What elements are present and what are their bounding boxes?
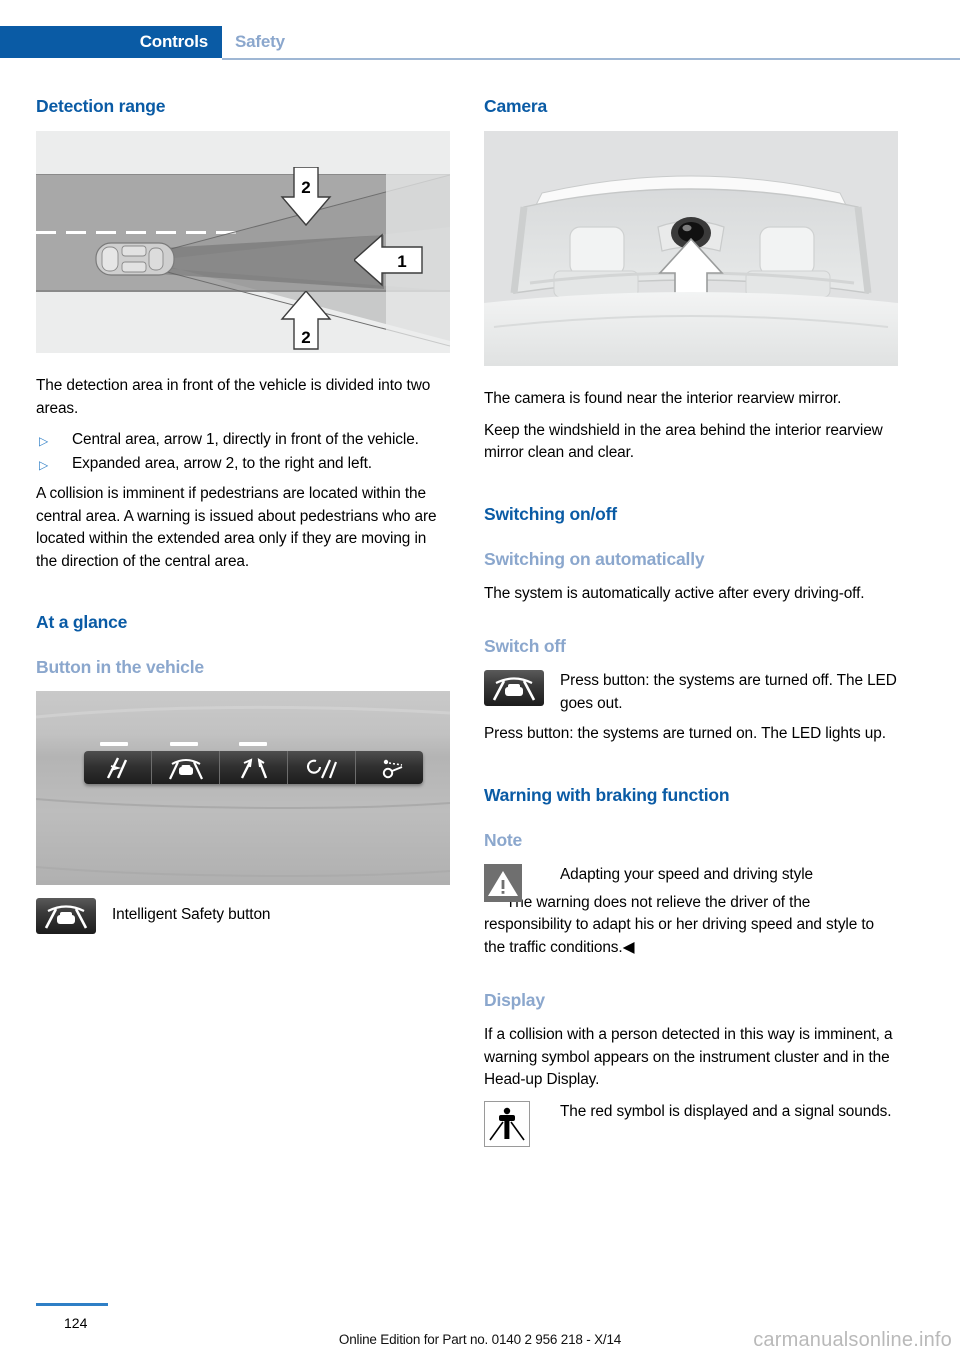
- note-title-text: Adapting your speed and driving style: [560, 865, 813, 883]
- heading-at-a-glance: At a glance: [36, 612, 128, 632]
- callout-arrow-2-bottom: 2: [280, 291, 332, 350]
- switch-auto-body-text: The system is automatically active after…: [484, 584, 865, 602]
- intelligent-safety-icon: [168, 758, 203, 779]
- list-item-label: Expanded area, arrow 2, to the right and…: [72, 454, 372, 472]
- button-panel-figure: [36, 691, 450, 885]
- header-divider: [222, 58, 960, 60]
- tab-safety[interactable]: Safety: [235, 26, 285, 58]
- parking-assist-icon: [382, 759, 402, 778]
- warning-triangle-icon: [484, 863, 522, 902]
- heading-detection-range: Detection range: [36, 96, 166, 116]
- heading-button-in-vehicle: Button in the vehicle: [36, 657, 204, 677]
- vehicle-top-view-icon: [95, 242, 175, 276]
- triangle-bullet-icon: ▷: [39, 434, 49, 448]
- display-icon-text: The red symbol is displayed and a signal…: [560, 1102, 892, 1120]
- callout-arrow-1: 1: [354, 233, 423, 287]
- heading-camera: Camera: [484, 96, 548, 116]
- detection-range-figure: 2 1 2: [36, 131, 450, 353]
- lane-change-warning-button[interactable]: [220, 751, 288, 784]
- detection-intro-text: The detection area in front of the vehic…: [36, 377, 431, 417]
- led-indicator-1: [100, 742, 128, 746]
- list-item-label: Central area, arrow 1, directly in front…: [72, 431, 419, 448]
- page-number: 124: [64, 1315, 88, 1331]
- control-button-row: [84, 751, 423, 784]
- pedestrian-warning-icon-slot: [484, 1100, 530, 1147]
- list-item: ▷ Central area, arrow 1, directly in fro…: [36, 429, 450, 452]
- switch-off-icon-text: Press button: the systems are turned off…: [560, 672, 897, 712]
- intelligent-safety-button-icon: [36, 898, 96, 934]
- intelligent-safety-button-icon: [484, 670, 544, 706]
- camera-location-figure: [484, 131, 898, 366]
- trim-panel-background: [36, 691, 450, 885]
- heading-switching-on-off: Switching on/off: [484, 503, 617, 524]
- camera-body-text-1: The camera is found near the interior re…: [484, 390, 842, 407]
- tab-controls[interactable]: Controls: [0, 26, 222, 58]
- display-body-text: If a collision with a person detected in…: [484, 1026, 893, 1088]
- windshield-illustration: [484, 131, 898, 366]
- heading-switching-on-automatically: Switching on automatically: [484, 548, 705, 569]
- callout-arrow-2-top: 2: [280, 167, 332, 227]
- pedestrian-warning-icon: [484, 1100, 530, 1147]
- intelligent-safety-button[interactable]: [152, 751, 220, 784]
- camera-body-text-2: Keep the windshield in the area behind t…: [484, 421, 883, 462]
- intelligent-safety-caption-text: Intelligent Safety button: [112, 906, 271, 923]
- switch-off-button-icon-slot: [484, 670, 544, 706]
- detection-bullet-list: ▷ Central area, arrow 1, directly in fro…: [36, 429, 450, 475]
- detection-body-text: A collision is imminent if pedestrians a…: [36, 485, 437, 570]
- night-vision-button[interactable]: [288, 751, 356, 784]
- led-indicator-3: [239, 742, 267, 746]
- svg-text:2: 2: [301, 328, 310, 347]
- footer-divider: [36, 1303, 108, 1306]
- site-watermark: carmanualsonline.info: [753, 1329, 952, 1351]
- svg-text:2: 2: [301, 178, 310, 197]
- triangle-bullet-icon: ▷: [39, 457, 49, 472]
- page-header: Controls Safety: [0, 26, 960, 58]
- warning-icon-slot: [484, 863, 522, 902]
- heading-note: Note: [484, 829, 523, 850]
- svg-text:1: 1: [397, 252, 406, 271]
- led-indicator-2: [170, 742, 198, 746]
- display-icon-row: The red symbol is displayed and a signal…: [484, 1100, 898, 1147]
- heading-display: Display: [484, 990, 545, 1010]
- intelligent-safety-caption-row: Intelligent Safety button: [36, 898, 450, 938]
- switch-off-icon-row: Press button: the systems are turned off…: [484, 670, 898, 715]
- parking-assist-button[interactable]: [356, 751, 423, 784]
- heading-switch-off: Switch off: [484, 636, 566, 656]
- heading-warning-with-braking-function: Warning with braking function: [484, 784, 730, 805]
- left-column: Detection range 2 1 2 The detection area…: [36, 96, 450, 946]
- list-item: ▷ Expanded area, arrow 2, to the right a…: [36, 453, 450, 476]
- note-icon-row: Adapting your speed and driving style: [484, 863, 898, 904]
- night-vision-icon: [306, 759, 337, 778]
- lane-departure-icon: [106, 756, 127, 779]
- lane-change-warning-icon: [240, 757, 267, 779]
- lane-departure-button[interactable]: [84, 751, 152, 784]
- right-column: Camera The camera is found near the inte…: [484, 96, 898, 1149]
- switch-on-body-text: Press button: the systems are turned on.…: [484, 725, 886, 742]
- intelligent-safety-button-icon-slot: [36, 898, 96, 934]
